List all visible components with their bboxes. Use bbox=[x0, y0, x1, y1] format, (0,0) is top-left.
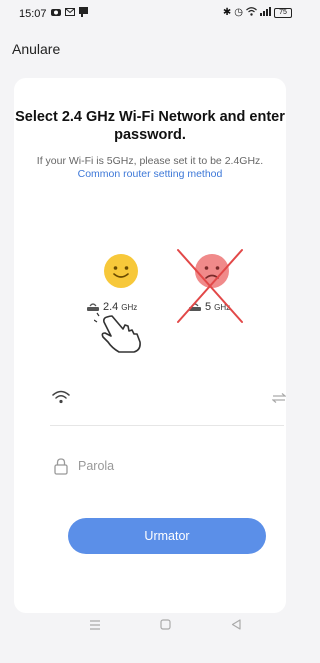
status-left: 15:07 bbox=[19, 7, 88, 20]
hand-pointer-icon bbox=[94, 312, 141, 353]
status-right: ✱ ◷ 75 bbox=[223, 7, 292, 19]
password-field[interactable]: Parola bbox=[50, 456, 286, 480]
router-setting-link[interactable]: Common router setting method bbox=[78, 168, 223, 180]
home-icon[interactable] bbox=[160, 619, 171, 630]
status-bar: 15:07 ✱ ◷ 75 bbox=[0, 0, 302, 26]
router-icon bbox=[87, 303, 99, 311]
hint-body: If your Wi-Fi is 5GHz, please set it to … bbox=[36, 155, 264, 167]
cancel-button[interactable]: Anulare bbox=[12, 41, 60, 57]
wifi-setup-card: Select 2.4 GHz Wi-Fi Network and enter p… bbox=[14, 78, 286, 613]
password-placeholder: Parola bbox=[78, 459, 115, 473]
battery-icon: 75 bbox=[274, 8, 292, 18]
bluetooth-icon: ✱ bbox=[222, 7, 232, 18]
divider bbox=[50, 425, 284, 426]
mail-icon bbox=[64, 8, 75, 19]
band-illustration: 2.4 GHz 5 GHz bbox=[14, 248, 286, 368]
page-title: Select 2.4 GHz Wi-Fi Network and enter p… bbox=[15, 109, 285, 143]
wifi-icon bbox=[52, 390, 70, 404]
alarm-icon: ◷ bbox=[234, 7, 243, 18]
back-icon[interactable] bbox=[231, 619, 241, 630]
next-button[interactable]: Urmator bbox=[68, 518, 266, 554]
wifi-network-field[interactable] bbox=[50, 388, 286, 412]
wifi-status-icon bbox=[246, 7, 257, 19]
status-time: 15:07 bbox=[19, 7, 47, 20]
switch-network-icon[interactable] bbox=[272, 393, 286, 403]
signal-icon bbox=[260, 7, 271, 19]
notification-icon bbox=[50, 8, 61, 20]
lock-icon bbox=[54, 458, 68, 475]
red-cross-icon bbox=[177, 249, 243, 323]
hint-text: If your Wi-Fi is 5GHz, please set it to … bbox=[30, 155, 270, 181]
happy-smiley-icon bbox=[104, 254, 138, 288]
band-good-unit: GHz bbox=[121, 302, 138, 312]
app-notification-icon bbox=[78, 7, 88, 20]
menu-icon[interactable] bbox=[89, 620, 101, 630]
system-nav-bar bbox=[0, 608, 302, 663]
